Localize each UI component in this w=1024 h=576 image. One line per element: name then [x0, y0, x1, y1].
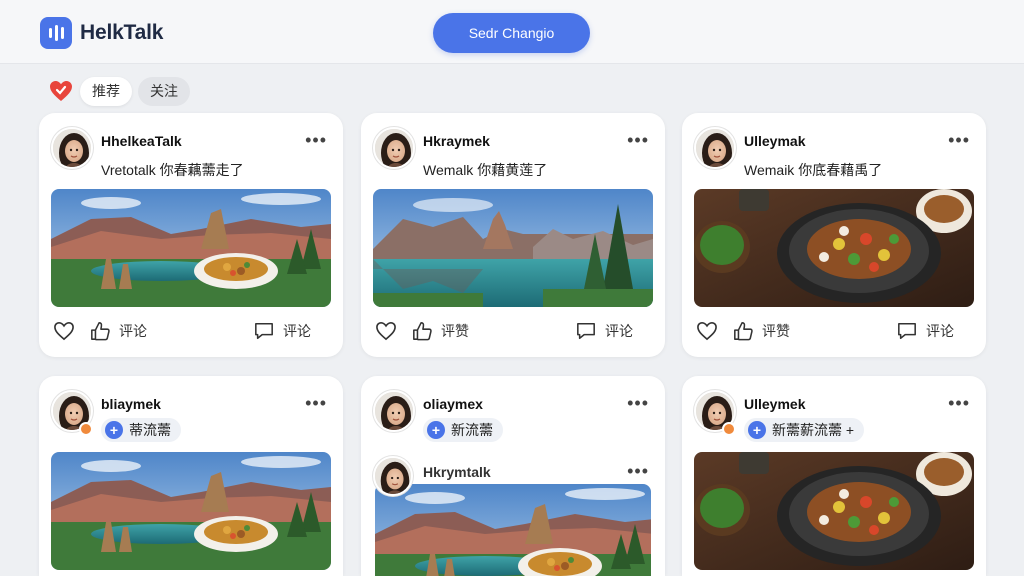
comment-label: 评论: [926, 323, 954, 339]
avatar[interactable]: [373, 390, 415, 432]
post-card[interactable]: oliaymex ••• + 新流薷 Hkrymtalk •••: [361, 376, 665, 576]
like-button[interactable]: 评赞: [411, 321, 469, 341]
topic-tag-label: 蒂流薷: [129, 422, 171, 438]
post-card[interactable]: Ulleymak ••• Wemaik 你底春藉禹了 评赞 评论: [682, 113, 986, 357]
post-image[interactable]: [375, 484, 651, 576]
topic-tag[interactable]: + 新薷薪流薷 +: [744, 418, 865, 442]
more-options-icon[interactable]: •••: [627, 394, 649, 412]
post-card[interactable]: Hkraymek ••• Wemalk 你藉黄莲了 评赞 评论: [361, 113, 665, 357]
post-caption: Wemalk 你藉黄莲了: [423, 162, 548, 178]
avatar[interactable]: [51, 127, 93, 169]
post-caption: Wemaik 你底春藉禹了: [744, 162, 883, 178]
post-username[interactable]: oliaymex: [423, 396, 483, 412]
heart-icon[interactable]: [53, 321, 75, 341]
topic-tag[interactable]: + 新流薷: [423, 418, 503, 442]
comment-icon: [898, 322, 916, 340]
tab-following[interactable]: 关注: [138, 76, 190, 106]
plus-icon: +: [427, 421, 445, 439]
avatar[interactable]: [694, 127, 736, 169]
more-options-icon[interactable]: •••: [305, 394, 327, 412]
comment-button[interactable]: 评论: [896, 321, 954, 341]
top-action-button[interactable]: Sedr Changio: [433, 13, 590, 53]
avatar[interactable]: [373, 456, 413, 496]
plus-icon: +: [105, 421, 123, 439]
brand-name: HelkTalk: [80, 21, 164, 44]
heart-icon[interactable]: [696, 321, 718, 341]
topic-tag[interactable]: + 蒂流薷: [101, 418, 181, 442]
more-options-icon[interactable]: •••: [305, 131, 327, 149]
like-label: 评赞: [762, 323, 790, 339]
post-caption: Vretotalk 你春藕薷走了: [101, 162, 244, 178]
comment-button[interactable]: 评论: [253, 321, 311, 341]
post-username[interactable]: HhelkeaTalk: [101, 133, 182, 149]
comment-button[interactable]: 评论: [575, 321, 633, 341]
post-username[interactable]: bliaymek: [101, 396, 161, 412]
comment-icon: [255, 322, 273, 340]
thumbs-up-icon: [734, 322, 753, 341]
more-options-icon[interactable]: •••: [948, 131, 970, 149]
post-image[interactable]: [51, 452, 331, 570]
like-label: 评赞: [441, 323, 469, 339]
top-bar: HelkTalk Sedr Changio: [0, 0, 1024, 64]
more-options-icon[interactable]: •••: [948, 394, 970, 412]
post-image[interactable]: [694, 189, 974, 307]
comment-label: 评论: [605, 323, 633, 339]
post-actions: 评赞 评论: [375, 321, 651, 345]
feed-tabs: 推荐 关注: [48, 76, 190, 106]
comment-icon: [577, 322, 595, 340]
thumbs-up-icon: [413, 322, 432, 341]
like-button[interactable]: 评论: [89, 321, 147, 341]
post-card[interactable]: HhelkeaTalk ••• Vretotalk 你春藕薷走了 评论 评论: [39, 113, 343, 357]
comment-label: 评论: [283, 323, 311, 339]
brand[interactable]: HelkTalk: [40, 16, 163, 50]
thumbs-up-icon: [91, 322, 110, 341]
post-image[interactable]: [51, 189, 331, 307]
post-card[interactable]: bliaymek ••• + 蒂流薷: [39, 376, 343, 576]
plus-icon: +: [748, 421, 766, 439]
more-options-icon[interactable]: •••: [627, 131, 649, 149]
tab-recommend[interactable]: 推荐: [80, 76, 132, 106]
post-image[interactable]: [373, 189, 653, 307]
post-username[interactable]: Ulleymak: [744, 133, 805, 149]
topic-tag-label: 新薷薪流薷 +: [772, 422, 855, 438]
avatar-badge-icon: [722, 422, 736, 436]
topic-tag-label: 新流薷: [451, 422, 493, 438]
nested-username[interactable]: Hkrymtalk: [423, 464, 491, 480]
post-image[interactable]: [694, 452, 974, 570]
post-username[interactable]: Ulleymek: [744, 396, 805, 412]
avatar-badge-icon: [79, 422, 93, 436]
heart-icon[interactable]: [375, 321, 397, 341]
like-label: 评论: [119, 323, 147, 339]
post-actions: 评论 评论: [53, 321, 329, 345]
post-card[interactable]: Ulleymek ••• + 新薷薪流薷 +: [682, 376, 986, 576]
more-options-icon[interactable]: •••: [627, 462, 649, 480]
avatar[interactable]: [373, 127, 415, 169]
app-logo-icon: [40, 17, 72, 49]
post-actions: 评赞 评论: [696, 321, 972, 345]
heart-icon[interactable]: [48, 78, 74, 104]
like-button[interactable]: 评赞: [732, 321, 790, 341]
post-username[interactable]: Hkraymek: [423, 133, 490, 149]
